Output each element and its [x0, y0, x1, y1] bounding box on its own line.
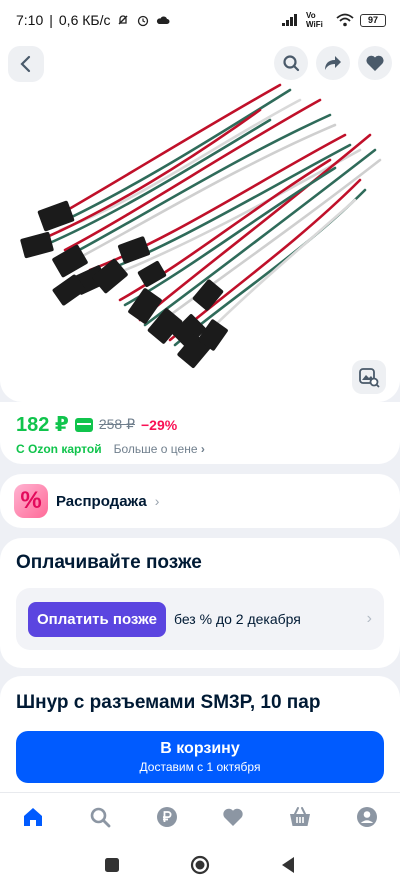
mute-alarm-icon: [118, 15, 128, 25]
cloud-icon: [157, 16, 170, 24]
vowifi-label: Vo WiFi: [306, 11, 323, 29]
delivery-date: Доставим с 1 октября: [139, 760, 261, 774]
back-triangle-icon[interactable]: [280, 856, 296, 874]
more-price-link[interactable]: Больше о цене ›: [114, 442, 205, 456]
tab-points[interactable]: [147, 797, 187, 837]
profile-icon: [356, 806, 377, 827]
product-title: Шнур с разъемами SM3P, 10 пар: [16, 692, 321, 713]
sale-banner[interactable]: % Распродажа ›: [0, 474, 400, 528]
sale-label: Распродажа: [56, 492, 147, 510]
search-button[interactable]: [274, 46, 308, 80]
old-price: 258 ₽: [98, 416, 135, 432]
current-price: 182 ₽: [16, 414, 69, 436]
chevron-left-icon: [20, 55, 31, 73]
share-button[interactable]: [316, 46, 350, 80]
image-search-icon: [359, 368, 380, 388]
search-icon: [90, 807, 111, 827]
ozon-card-icon: [74, 417, 93, 432]
bottom-tab-bar: [0, 792, 400, 840]
pay-later-option[interactable]: Оплатить позже без % до 2 декабря ›: [16, 588, 384, 650]
tab-cart[interactable]: [280, 797, 320, 837]
image-search-button[interactable]: [352, 360, 386, 394]
tab-favorites[interactable]: [213, 797, 253, 837]
pay-later-button[interactable]: Оплатить позже: [28, 601, 166, 637]
chevron-right-icon: ›: [200, 442, 205, 456]
discount-badge: −29%: [141, 416, 178, 433]
signal-icon: [282, 14, 297, 26]
basket-icon: [289, 806, 310, 826]
alarm-clock-icon: [138, 15, 149, 27]
heart-icon: [223, 808, 243, 826]
add-to-cart-button[interactable]: В корзину Доставим с 1 октября: [16, 731, 384, 783]
pay-later-section: Оплачивайте позже Оплатить позже без % д…: [0, 538, 400, 668]
status-bar: 7:10 | 0,6 КБ/с Vo WiFi 97: [0, 0, 400, 40]
chevron-right-icon: ›: [366, 610, 372, 627]
pay-later-note: без % до 2 декабря: [173, 611, 301, 627]
status-time: 7:10: [16, 12, 44, 28]
tab-home[interactable]: [13, 797, 53, 837]
home-icon: [24, 807, 43, 826]
ozon-card-label: С Ozon картой: [16, 442, 102, 456]
back-button[interactable]: [8, 46, 44, 82]
tab-search[interactable]: [80, 797, 120, 837]
product-image: [20, 83, 382, 368]
ruble-points-icon: [156, 806, 177, 827]
chevron-right-icon: ›: [154, 493, 160, 509]
wifi-icon: [336, 13, 354, 27]
product-gallery[interactable]: [0, 40, 400, 402]
percent-icon: %: [14, 484, 48, 518]
product-summary: Шнур с разъемами SM3P, 10 пар В корзину …: [0, 676, 400, 796]
favorite-button[interactable]: [358, 46, 392, 80]
tab-profile[interactable]: [347, 797, 387, 837]
status-speed: 0,6 КБ/с: [58, 12, 111, 28]
pay-later-title: Оплачивайте позже: [16, 552, 202, 573]
search-icon: [283, 55, 300, 72]
heart-icon: [366, 55, 384, 71]
share-icon: [325, 56, 341, 70]
battery-indicator: 97: [360, 13, 386, 27]
cart-button-label: В корзину: [160, 740, 240, 757]
price-block: 182 ₽ 258 ₽ −29% С Ozon картой Больше о …: [0, 402, 400, 464]
system-navigation-bar: [0, 840, 400, 889]
home-circle-icon[interactable]: [190, 855, 210, 875]
recent-apps-icon[interactable]: [104, 857, 120, 873]
